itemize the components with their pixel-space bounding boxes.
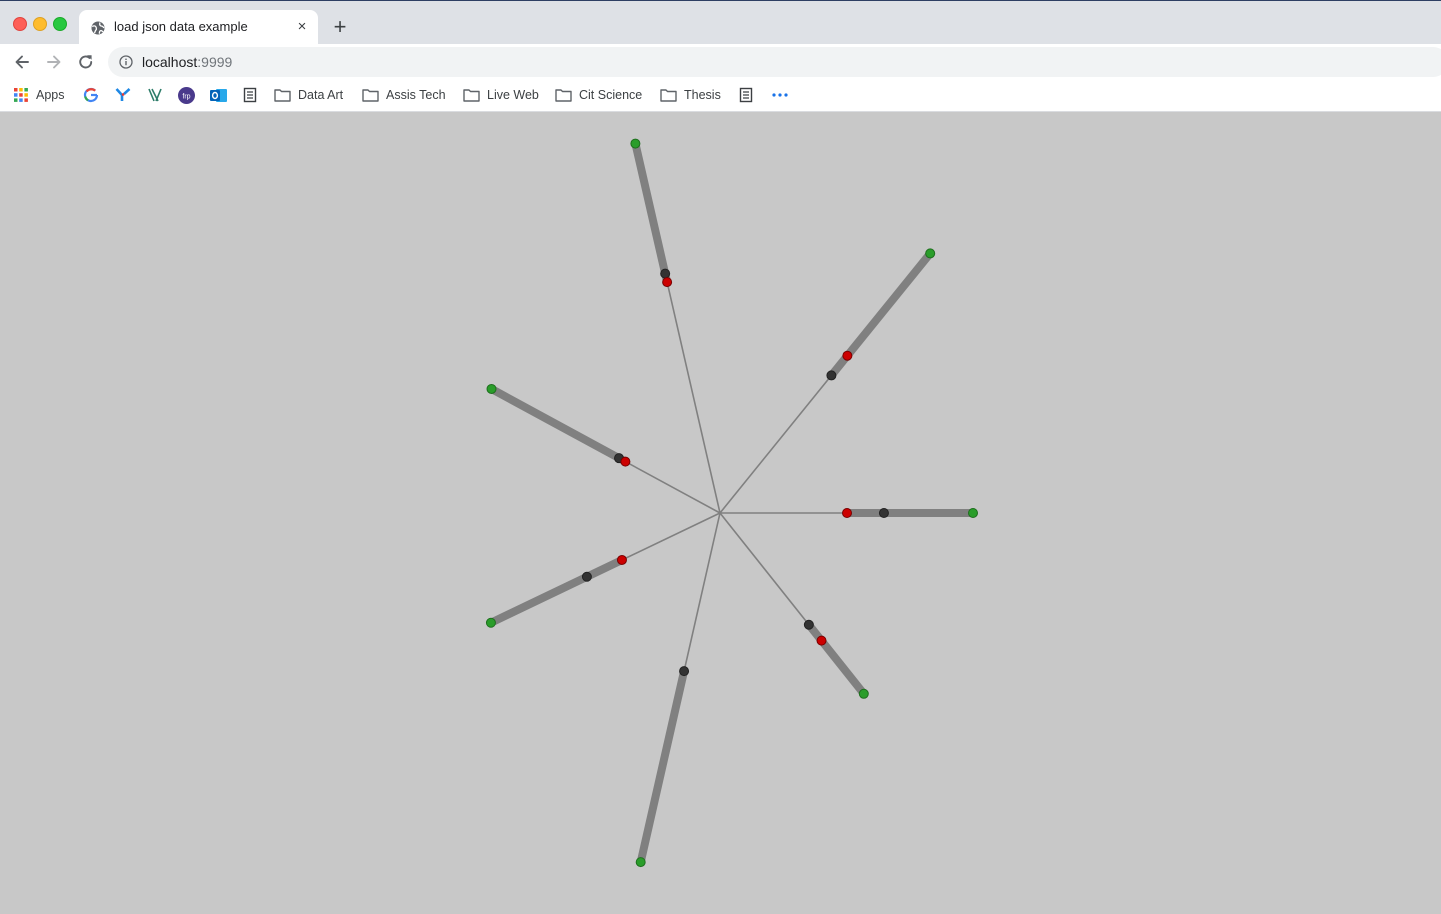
red-marker xyxy=(616,554,627,565)
bookmark-page-2[interactable] xyxy=(739,85,753,105)
dark-marker xyxy=(679,666,690,677)
dark-marker xyxy=(660,268,671,279)
endpoint-marker xyxy=(635,857,646,868)
info-icon[interactable] xyxy=(119,55,133,69)
bookmark-x[interactable] xyxy=(147,85,163,105)
page-icon xyxy=(243,87,257,103)
url-port: :9999 xyxy=(197,54,233,70)
maximize-window-button[interactable] xyxy=(53,17,67,31)
spoke-bar xyxy=(489,385,628,466)
bookmark-label: Live Web xyxy=(487,88,539,102)
dark-marker xyxy=(826,370,837,381)
dark-marker xyxy=(581,571,592,582)
endpoint-marker xyxy=(968,508,978,518)
x-logo-icon xyxy=(148,88,162,102)
bookmark-label: Thesis xyxy=(684,88,721,102)
spoke-bar xyxy=(805,622,867,697)
bookmark-page-1[interactable] xyxy=(243,85,257,105)
bookmark-label: Cit Science xyxy=(579,88,643,102)
dark-marker xyxy=(803,619,814,630)
navigation-toolbar: localhost:9999 xyxy=(0,44,1441,80)
bookmark-folder-thesis[interactable]: Thesis xyxy=(660,85,721,105)
folder-icon xyxy=(362,89,379,102)
bookmark-label: Apps xyxy=(36,88,65,102)
endpoint-marker xyxy=(485,617,496,628)
bookmark-apps[interactable]: Apps xyxy=(13,85,65,105)
endpoint-marker xyxy=(858,688,869,699)
bookmark-more[interactable] xyxy=(771,85,789,105)
bookmark-folder-assis-tech[interactable]: Assis Tech xyxy=(362,85,446,105)
close-window-button[interactable] xyxy=(13,17,27,31)
address-bar[interactable]: localhost:9999 xyxy=(108,47,1441,77)
apps-grid-icon xyxy=(14,88,28,102)
bookmark-folder-live-web[interactable]: Live Web xyxy=(463,85,539,105)
endpoint-marker xyxy=(486,383,497,394)
red-marker xyxy=(662,277,673,288)
forward-arrow-icon[interactable] xyxy=(44,52,64,72)
bookmark-yahoo[interactable] xyxy=(115,85,131,105)
tab-active[interactable]: load json data example × xyxy=(79,10,318,45)
url-host: localhost xyxy=(142,54,198,70)
google-icon xyxy=(83,87,99,103)
spoke-bar xyxy=(636,670,688,863)
spoke-visualization xyxy=(485,138,978,868)
back-arrow-icon[interactable] xyxy=(12,52,32,72)
purple-circle-icon: frp xyxy=(178,86,195,104)
tab-close-icon[interactable]: × xyxy=(294,19,310,35)
bookmark-purple[interactable]: frp xyxy=(178,85,195,105)
endpoint-marker xyxy=(925,248,936,259)
red-marker xyxy=(816,635,827,646)
bookmark-label: Assis Tech xyxy=(386,88,446,102)
bookmark-label: Data Art xyxy=(298,88,344,102)
tab-title: load json data example xyxy=(114,19,248,34)
spoke-bar xyxy=(489,556,624,627)
red-marker xyxy=(842,508,853,518)
outlook-icon xyxy=(210,88,227,102)
folder-icon xyxy=(660,89,677,102)
new-tab-button[interactable]: + xyxy=(330,16,350,38)
red-marker xyxy=(842,350,853,361)
minimize-window-button[interactable] xyxy=(33,17,47,31)
endpoint-marker xyxy=(630,138,641,149)
page-icon xyxy=(739,87,753,103)
title-bar: load json data example × + xyxy=(0,1,1441,45)
reload-icon[interactable] xyxy=(76,52,96,72)
dark-marker xyxy=(878,508,889,518)
url-text[interactable]: localhost:9999 xyxy=(142,54,232,70)
spoke-bar xyxy=(631,142,672,283)
bookmarks-bar: Apps frp Data Art Assis Tech Live Web Ci… xyxy=(0,80,1441,112)
yahoo-y-icon xyxy=(115,88,131,101)
page-canvas xyxy=(0,112,1441,914)
bookmark-folder-cit-science[interactable]: Cit Science xyxy=(555,85,642,105)
bookmark-outlook[interactable] xyxy=(210,85,228,105)
folder-icon xyxy=(463,89,480,102)
globe-icon xyxy=(91,21,105,35)
svg-text:frp: frp xyxy=(182,93,190,100)
bookmark-folder-data-art[interactable]: Data Art xyxy=(274,85,343,105)
bookmark-google[interactable] xyxy=(83,85,99,105)
folder-icon xyxy=(555,89,572,102)
folder-icon xyxy=(274,89,291,102)
more-icon xyxy=(772,93,788,97)
red-marker xyxy=(620,456,631,467)
browser-window: load json data example × + localhost:999… xyxy=(0,0,1441,914)
